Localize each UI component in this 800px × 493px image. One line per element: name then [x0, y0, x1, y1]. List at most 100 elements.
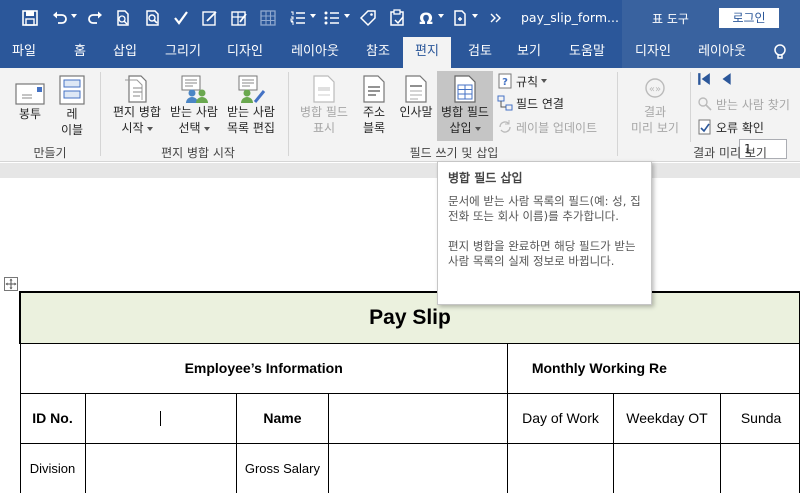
edit-form-icon[interactable]: [200, 8, 220, 28]
address-block-icon: [358, 74, 390, 104]
check-icon[interactable]: [171, 8, 191, 28]
check-errors-icon: [697, 119, 713, 135]
lightbulb-icon[interactable]: [770, 42, 790, 62]
labels-button[interactable]: 레 이블: [54, 72, 90, 138]
weekday-ot-value-cell[interactable]: [613, 442, 721, 493]
sunday-value-cell[interactable]: [719, 442, 800, 493]
insert-merge-field-button[interactable]: 병합 필드 삽입: [437, 71, 493, 141]
tab-draw[interactable]: 그리기: [160, 37, 206, 68]
find-icon[interactable]: [143, 8, 163, 28]
greeting-line-icon: [400, 74, 432, 104]
tab-home[interactable]: 홈: [62, 37, 98, 68]
chevron-down-icon: [474, 126, 481, 131]
symbol-icon[interactable]: Ω: [416, 8, 436, 28]
id-no-value-cell[interactable]: [84, 392, 237, 444]
address-block-button[interactable]: 주소 블록: [356, 74, 392, 136]
check-errors-button[interactable]: 오류 확인: [697, 117, 764, 137]
preview-label-line2: 미리 보기: [631, 121, 679, 135]
undo-icon[interactable]: [50, 8, 70, 28]
redo-icon[interactable]: [85, 8, 105, 28]
chevron-down-icon: [541, 79, 548, 83]
edit-recipient-list-button[interactable]: 받는 사람 목록 편집: [223, 74, 279, 136]
match-fields-button[interactable]: 필드 연결: [497, 93, 564, 113]
insert-file-dropdown-icon[interactable]: [472, 14, 478, 18]
labels-icon: [56, 72, 88, 106]
tab-insert[interactable]: 삽입: [107, 37, 143, 68]
svg-text:Ω: Ω: [419, 9, 433, 27]
table-grid-icon[interactable]: [258, 8, 278, 28]
name-label[interactable]: Name: [235, 392, 330, 444]
clipboard-icon[interactable]: [387, 8, 407, 28]
greeting-line-label: 인사말: [399, 105, 433, 119]
monthly-working-header[interactable]: Monthly Working Re: [506, 342, 800, 394]
highlight-fields-icon: [308, 74, 340, 104]
numbered-list-icon[interactable]: [288, 8, 308, 28]
first-record-icon[interactable]: [697, 71, 711, 87]
tab-table-design[interactable]: 디자인: [630, 37, 676, 68]
envelopes-button[interactable]: 봉투: [8, 76, 52, 122]
tab-design[interactable]: 디자인: [222, 37, 268, 68]
find-recipient-button[interactable]: 받는 사람 찾기: [697, 94, 790, 114]
word-window: Ω pay_slip_form... 표 도구 로그인 파일 홈 삽입 그리기 …: [0, 0, 800, 493]
name-value-cell[interactable]: [328, 392, 508, 444]
labels-label-line2: 이블: [60, 123, 84, 137]
tab-references[interactable]: 참조: [360, 37, 396, 68]
text-cursor: [160, 411, 162, 427]
numbered-list-dropdown-icon[interactable]: [310, 14, 316, 18]
highlight-fields-label-line2: 표시: [312, 121, 336, 135]
sunday-label[interactable]: Sunda: [719, 392, 800, 444]
more-commands-icon[interactable]: [486, 8, 506, 28]
id-no-label[interactable]: ID No.: [19, 392, 86, 444]
group-separator: [617, 72, 618, 156]
svg-text:«»: «»: [649, 84, 661, 95]
table-tools-label: 표 도구: [652, 12, 689, 26]
bullet-list-icon[interactable]: [322, 8, 342, 28]
division-value-cell[interactable]: [84, 442, 237, 493]
preview-results-button[interactable]: «» 결과 미리 보기: [626, 74, 684, 136]
preview-label-line1: 결과: [643, 105, 667, 119]
update-labels-button[interactable]: 레이블 업데이트: [497, 117, 597, 137]
tab-view[interactable]: 보기: [511, 37, 547, 68]
table-move-handle-icon[interactable]: [4, 277, 18, 291]
chevron-down-icon: [203, 126, 210, 131]
tooltip-description: 문서에 받는 사람 목록의 필드(예: 성, 집 전화 또는 회사 이름)를 추…: [448, 194, 641, 223]
tab-review[interactable]: 검토: [462, 37, 498, 68]
recipients-icon: [178, 74, 210, 104]
start-mail-merge-button[interactable]: 편지 병합 시작: [109, 74, 165, 136]
insert-merge-field-icon: [449, 74, 481, 104]
group-separator: [100, 72, 101, 156]
rules-button[interactable]: ? 규칙: [497, 71, 548, 91]
save-icon[interactable]: [20, 8, 40, 28]
login-button[interactable]: 로그인: [719, 8, 779, 28]
find-recipient-icon: [697, 96, 713, 112]
table-edit-icon[interactable]: [229, 8, 249, 28]
tab-mailings[interactable]: 편지: [403, 37, 451, 68]
select-recipients-button[interactable]: 받는 사람 선택: [166, 74, 222, 136]
day-of-work-value-cell[interactable]: [506, 442, 615, 493]
undo-dropdown-icon[interactable]: [71, 14, 77, 18]
update-labels-icon: [497, 119, 513, 135]
employee-info-header[interactable]: Employee’s Information: [19, 342, 508, 394]
weekday-ot-label[interactable]: Weekday OT: [613, 392, 721, 444]
tab-file[interactable]: 파일: [6, 37, 42, 68]
division-label[interactable]: Division: [19, 442, 86, 493]
bullet-list-dropdown-icon[interactable]: [344, 14, 350, 18]
greeting-line-button[interactable]: 인사말: [396, 74, 436, 120]
day-of-work-label[interactable]: Day of Work: [506, 392, 615, 444]
group-create-label: 만들기: [33, 146, 67, 160]
edit-recipients-label-line1: 받는 사람: [227, 105, 275, 119]
group-start-merge-label: 편지 병합 시작: [161, 146, 235, 160]
start-merge-label-line2: 시작: [109, 120, 165, 136]
tab-help[interactable]: 도움말: [564, 37, 610, 68]
insert-file-icon[interactable]: [450, 8, 470, 28]
tab-table-layout[interactable]: 레이아웃: [692, 37, 752, 68]
symbol-dropdown-icon[interactable]: [438, 14, 444, 18]
highlight-merge-fields-button[interactable]: 병합 필드 표시: [296, 74, 352, 136]
tag-icon[interactable]: [358, 8, 378, 28]
print-preview-icon[interactable]: [113, 8, 133, 28]
previous-record-icon[interactable]: [719, 71, 733, 87]
pay-slip-title[interactable]: Pay Slip: [19, 291, 800, 344]
gross-salary-value-cell[interactable]: [328, 442, 508, 493]
gross-salary-label[interactable]: Gross Salary: [235, 442, 330, 493]
tab-layout[interactable]: 레이아웃: [285, 37, 345, 68]
